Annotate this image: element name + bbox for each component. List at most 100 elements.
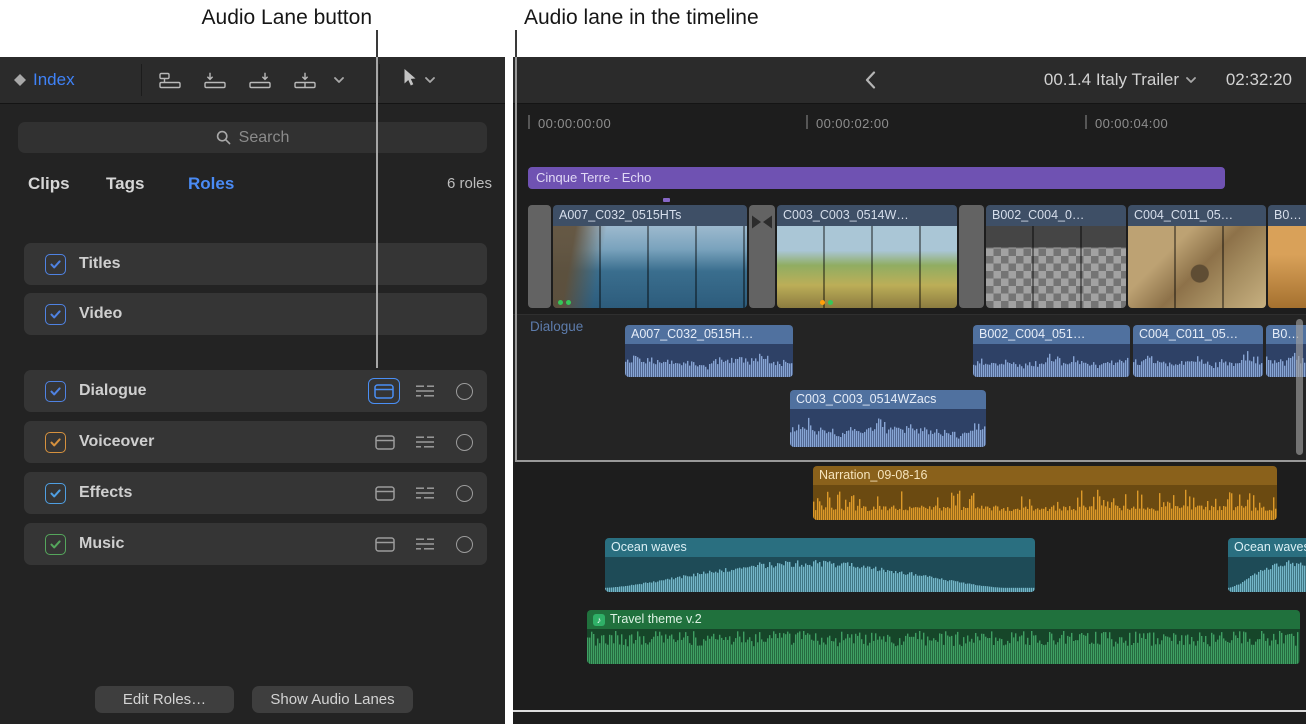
role-row-voiceover[interactable]: Voiceover: [24, 421, 487, 463]
checkbox-effects[interactable]: [45, 483, 66, 504]
checkbox-dialogue[interactable]: [45, 381, 66, 402]
audio-lane-button[interactable]: [370, 481, 400, 505]
show-clip-detail-button[interactable]: [414, 537, 436, 551]
role-row-dialogue[interactable]: Dialogue: [24, 370, 487, 412]
checkbox-voiceover[interactable]: [45, 432, 66, 453]
audio-lane-button[interactable]: [368, 378, 400, 404]
role-row-music[interactable]: Music: [24, 523, 487, 565]
search-input[interactable]: Search: [18, 122, 487, 153]
audio-clip-dialogue[interactable]: A007_C032_0515H…: [625, 325, 793, 377]
index-button-label: Index: [33, 70, 75, 90]
back-button[interactable]: [865, 57, 876, 103]
waveform: [1133, 344, 1263, 377]
checkbox-check-icon: [50, 489, 61, 498]
lane-scrollbar[interactable]: [1296, 319, 1303, 455]
audio-clip-name: Ocean waves: [1228, 538, 1306, 557]
audio-clip-dialogue[interactable]: B002_C004_051…: [973, 325, 1130, 377]
video-clip[interactable]: A007_C032_0515HTs: [553, 205, 747, 308]
ruler-label: 00:00:00:00: [538, 116, 611, 131]
index-button[interactable]: Index: [14, 57, 75, 103]
video-clip-thumbnails: [777, 226, 957, 308]
clip-detail-icon: [415, 435, 435, 449]
audio-clip-name: A007_C032_0515H…: [625, 325, 793, 344]
video-clip[interactable]: C004_C011_05…: [1128, 205, 1266, 308]
audio-clip-effects[interactable]: Ocean waves: [1228, 538, 1306, 592]
video-clip[interactable]: C003_C003_0514W…: [777, 205, 957, 308]
checkbox-titles[interactable]: [45, 254, 66, 275]
role-row-video[interactable]: Video: [24, 293, 487, 335]
role-label: Voiceover: [79, 433, 154, 451]
role-controls: [370, 481, 487, 505]
audio-clip-music[interactable]: ♪ Travel theme v.2: [587, 610, 1300, 664]
tool-picker[interactable]: [400, 57, 435, 103]
clip-detail-icon: [415, 486, 435, 500]
tab-roles[interactable]: Roles: [188, 169, 234, 199]
focus-circle-button[interactable]: [456, 383, 473, 400]
audio-clip-narration[interactable]: Narration_09-08-16: [813, 466, 1277, 520]
focus-circle-button[interactable]: [456, 434, 473, 451]
highlight-box-bottom-edge: [515, 460, 1306, 462]
video-clip-name: C003_C003_0514W…: [777, 205, 957, 226]
clip-detail-icon: [415, 384, 435, 398]
dialogue-lane-label: Dialogue: [530, 319, 583, 334]
role-row-titles[interactable]: Titles: [24, 243, 487, 285]
audio-lane-button[interactable]: [370, 430, 400, 454]
waveform: [973, 344, 1130, 377]
video-clip-name: B0…: [1268, 205, 1306, 226]
overwrite-edit-button[interactable]: [289, 65, 321, 95]
transition-clip[interactable]: [749, 205, 775, 308]
callout-line-audio-lane-button: [376, 30, 378, 57]
tab-tags[interactable]: Tags: [106, 169, 144, 199]
ruler-tick: [528, 115, 530, 129]
role-label: Effects: [79, 484, 132, 502]
keyword-marker: [828, 300, 833, 305]
show-audio-lanes-button[interactable]: Show Audio Lanes: [252, 686, 413, 713]
edit-roles-button[interactable]: Edit Roles…: [95, 686, 234, 713]
arrow-tool-icon: [400, 68, 417, 92]
clip-trim-handle[interactable]: [528, 205, 551, 308]
video-clip[interactable]: B002_C004_0…: [986, 205, 1126, 308]
tab-clips[interactable]: Clips: [28, 169, 70, 199]
audio-lane-icon: [375, 486, 395, 501]
video-clip[interactable]: B0…: [1268, 205, 1306, 308]
keyword-marker: [558, 300, 563, 305]
timeline-ruler[interactable]: 00:00:00:00 00:00:02:00 00:00:04:00: [513, 109, 1306, 139]
checkbox-check-icon: [50, 260, 61, 269]
keyword-marker: [566, 300, 571, 305]
audio-clip-dialogue[interactable]: C004_C011_05…: [1133, 325, 1263, 377]
audio-clip-name: Travel theme v.2: [610, 610, 702, 629]
connect-edit-button[interactable]: [154, 65, 186, 95]
timeline-panel: 00.1.4 Italy Trailer 02:32:20 00:00:00:0…: [513, 57, 1306, 724]
clip-trim-handle[interactable]: [959, 205, 984, 308]
chevron-down-icon[interactable]: [334, 77, 344, 83]
show-clip-detail-button[interactable]: [414, 435, 436, 449]
role-row-effects[interactable]: Effects: [24, 472, 487, 514]
timecode-display: 02:32:20: [1226, 57, 1292, 103]
title-clip[interactable]: Cinque Terre - Echo: [528, 167, 1225, 189]
clip-detail-icon: [415, 537, 435, 551]
focus-circle-button[interactable]: [456, 536, 473, 553]
audio-lane-button[interactable]: [370, 532, 400, 556]
insert-edit-button[interactable]: [199, 65, 231, 95]
checkbox-music[interactable]: [45, 534, 66, 555]
append-edit-button[interactable]: [244, 65, 276, 95]
index-diamond-icon: [14, 74, 26, 86]
ruler-tick: [1085, 115, 1087, 129]
project-title: 00.1.4 Italy Trailer: [1044, 70, 1179, 90]
show-clip-detail-button[interactable]: [414, 384, 436, 398]
callout-audio-lane-timeline: Audio lane in the timeline: [524, 6, 759, 30]
audio-clip-effects[interactable]: Ocean waves: [605, 538, 1035, 592]
project-title-menu[interactable]: 00.1.4 Italy Trailer: [1044, 57, 1196, 103]
checkbox-video[interactable]: [45, 304, 66, 325]
focus-circle-button[interactable]: [456, 485, 473, 502]
audio-clip-dialogue[interactable]: C003_C003_0514WZacs: [790, 390, 986, 447]
waveform: [813, 485, 1277, 520]
ruler-label: 00:00:04:00: [1095, 116, 1168, 131]
role-label: Dialogue: [79, 382, 147, 400]
role-controls: [368, 378, 487, 404]
checkbox-check-icon: [50, 387, 61, 396]
waveform: [1228, 557, 1306, 592]
roles-count: 6 roles: [447, 169, 492, 199]
show-clip-detail-button[interactable]: [414, 486, 436, 500]
audio-lane-icon: [375, 435, 395, 450]
